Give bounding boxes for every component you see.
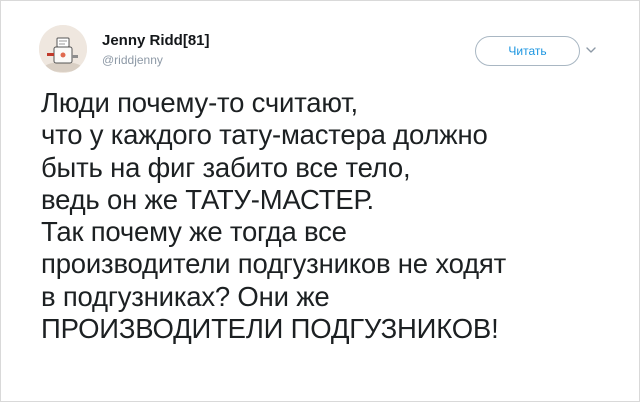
tweet-line: ПРОИЗВОДИТЕЛИ ПОДГУЗНИКОВ! [41,313,499,345]
chevron-down-icon[interactable] [584,43,598,57]
author-handle[interactable]: @riddjenny [102,53,163,67]
tweet-line: производители подгузников не ходят [41,248,506,280]
author-display-name[interactable]: Jenny Ridd[81] [102,32,210,49]
tweet-card: Jenny Ridd[81] @riddjenny Читать Люди по… [0,0,640,402]
avatar-illustration-icon [39,25,87,73]
tweet-line: Люди почему-то считают, [41,87,358,118]
tweet-line: в подгузниках? Они же [41,280,330,312]
tweet-line: быть на фиг забито все тело, [41,151,411,183]
tweet-text: Люди почему-то считают, что у каждого та… [41,87,631,345]
tweet-line: Так почему же тогда все [41,216,347,248]
avatar[interactable] [39,25,87,73]
follow-button[interactable]: Читать [475,36,580,66]
tweet-line: что у каждого тату-мастера должно [41,119,488,151]
tweet-line: ведь он же ТАТУ-МАСТЕР. [41,183,374,215]
